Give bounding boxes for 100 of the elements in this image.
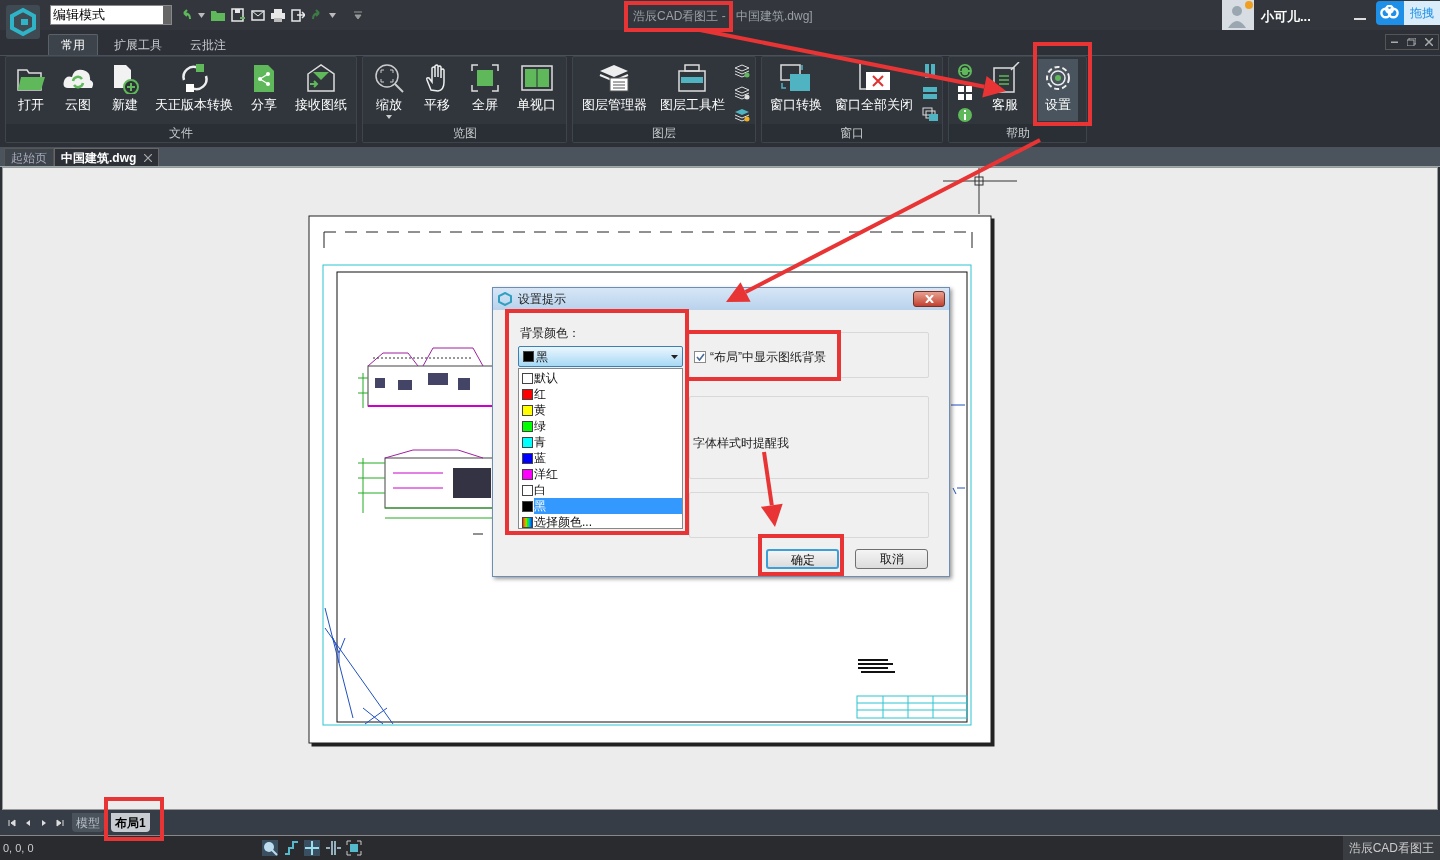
undo-icon[interactable] <box>180 9 192 21</box>
color-option[interactable]: 红 <box>519 386 682 402</box>
layout-tab[interactable]: 模型 <box>72 813 104 832</box>
caret-icon[interactable] <box>329 12 336 18</box>
ribbon-group-label: 文件 <box>6 124 356 142</box>
dialog-title: 设置提示 <box>518 291 566 308</box>
caret-icon <box>671 354 678 359</box>
ribbon-button[interactable]: 窗口全部关闭 <box>831 59 917 121</box>
window-switch-icon <box>780 62 813 94</box>
next-icon[interactable] <box>40 818 48 827</box>
ribbon-group-label: 帮助 <box>949 124 1086 142</box>
ribbon-button[interactable]: 平移 <box>417 59 457 121</box>
ribbon-button[interactable]: 打开 <box>11 59 52 121</box>
color-option[interactable]: 青 <box>519 434 682 450</box>
snap-icon[interactable] <box>304 840 320 856</box>
first-page-icon[interactable] <box>8 818 16 827</box>
background-color-label: 背景颜色： <box>520 325 580 342</box>
ribbon-button[interactable]: 图层管理器 <box>577 59 651 121</box>
annotation-box <box>104 797 164 841</box>
caret-icon[interactable] <box>198 12 205 18</box>
cloud-icon <box>1379 5 1400 21</box>
layers-icon[interactable] <box>734 85 751 101</box>
restore-icon[interactable] <box>1407 38 1416 46</box>
layers-icon <box>598 62 631 94</box>
document-tab[interactable]: 中国建筑.dwg <box>54 148 160 166</box>
single-viewport-icon <box>520 62 553 94</box>
dialog-button[interactable]: 确定 <box>766 549 839 569</box>
check-icon <box>695 353 705 361</box>
checkbox[interactable] <box>694 351 706 363</box>
caret-icon <box>386 115 392 119</box>
color-option[interactable]: 绿 <box>519 418 682 434</box>
grid-icon[interactable] <box>957 85 974 101</box>
close-icon[interactable] <box>1425 38 1434 46</box>
coordinates-readout: 0, 0, 0 <box>3 840 34 856</box>
color-option[interactable]: 白 <box>519 482 682 498</box>
ribbon-button[interactable]: 全屏 <box>465 59 505 121</box>
ribbon-button[interactable]: 分享 <box>243 59 284 121</box>
info-icon[interactable] <box>957 107 974 123</box>
magnifier-icon <box>373 62 405 94</box>
ribbon-button[interactable]: 云图 <box>58 59 98 121</box>
toolbox-icon <box>676 62 709 94</box>
envelope-icon <box>304 62 337 94</box>
envelope-icon[interactable] <box>251 9 265 21</box>
ucs-icon <box>950 404 966 495</box>
polyline-icon[interactable] <box>283 840 299 856</box>
mode-field-value: 编辑模式 <box>52 6 105 25</box>
ribbon-tab[interactable]: 云批注 <box>178 34 238 55</box>
ribbon-button[interactable]: 单视口 <box>513 59 560 121</box>
layout-tab[interactable]: 布局1 <box>111 813 150 832</box>
user-name[interactable]: 小可儿... <box>1261 7 1311 27</box>
color-option[interactable]: 蓝 <box>519 450 682 466</box>
color-option[interactable]: 选择颜色... <box>519 514 682 530</box>
color-option[interactable]: 洋红 <box>519 466 682 482</box>
horizontal-tile-icon[interactable] <box>921 85 938 101</box>
color-dropdown[interactable]: 黑 <box>518 346 683 367</box>
ribbon-group-label: 览图 <box>363 124 566 142</box>
color-option[interactable]: 默认 <box>519 370 682 386</box>
fullscreen-icon <box>469 62 501 94</box>
previous-icon[interactable] <box>24 818 32 827</box>
export-icon[interactable] <box>291 8 305 22</box>
layers-icon[interactable] <box>734 63 751 79</box>
refresh-icon[interactable] <box>957 63 974 79</box>
close-icon <box>144 153 153 162</box>
dropdown-value: 黑 <box>536 348 549 366</box>
layers-icon[interactable] <box>734 107 751 123</box>
ribbon-button[interactable]: 接收图纸 <box>290 59 351 121</box>
cascade-icon[interactable] <box>921 107 938 123</box>
ribbon-tab[interactable]: 常用 <box>48 34 98 55</box>
window-title: 中国建筑.dwg] <box>736 8 813 25</box>
customize-icon[interactable] <box>354 11 362 19</box>
zoom-icon[interactable] <box>262 840 278 856</box>
app-logo[interactable] <box>6 5 40 39</box>
ribbon-group-label: 图层 <box>573 124 755 142</box>
reminder-text: 字体样式时提醒我 <box>693 435 789 452</box>
ribbon-button[interactable]: 图层工具栏 <box>656 59 729 121</box>
ribbon-button[interactable]: 客服 <box>985 59 1026 121</box>
mode-field[interactable]: 编辑模式 <box>50 5 172 25</box>
printer-icon[interactable] <box>271 8 285 22</box>
folder-icon[interactable] <box>211 9 225 21</box>
save-icon[interactable] <box>231 8 245 22</box>
minimize-icon[interactable] <box>1390 41 1398 43</box>
ribbon-button[interactable]: 天正版本转换 <box>151 59 238 121</box>
document-tab[interactable]: 起始页 <box>4 148 54 166</box>
ribbon-button[interactable]: 缩放 <box>369 59 409 121</box>
checkbox-label: “布局”中显示图纸背景 <box>710 349 826 366</box>
close-icon <box>924 295 934 303</box>
app-logo <box>498 292 512 306</box>
ortho-icon[interactable] <box>325 840 341 856</box>
ribbon-button[interactable]: 窗口转换 <box>766 59 827 121</box>
ribbon-button[interactable]: 设置 <box>1037 59 1078 121</box>
last-page-icon[interactable] <box>56 818 64 827</box>
ribbon-tab[interactable]: 扩展工具 <box>102 34 174 55</box>
extents-icon[interactable] <box>346 840 362 856</box>
close-button[interactable] <box>913 291 945 307</box>
window-title: 浩辰CAD看图王 - <box>633 8 726 25</box>
dialog-button[interactable]: 取消 <box>855 549 928 569</box>
ribbon-button[interactable]: 新建 <box>104 59 145 121</box>
color-option[interactable]: 黄 <box>519 402 682 418</box>
ribbon-group-label: 窗口 <box>762 124 942 142</box>
application-name: 浩辰CAD看图王 <box>1342 836 1440 860</box>
